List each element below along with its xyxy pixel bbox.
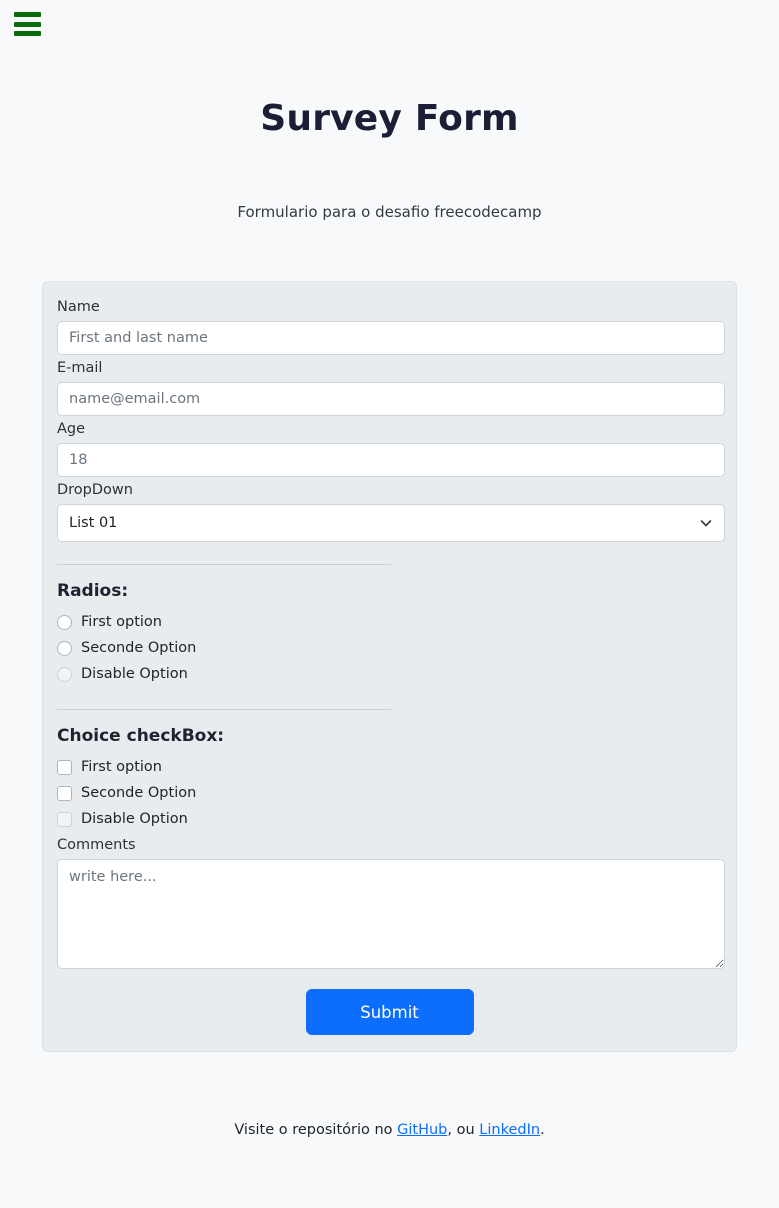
footer-text-before: Visite o repositório no xyxy=(234,1122,398,1138)
radio-icon-second[interactable] xyxy=(57,640,72,656)
navbar xyxy=(0,0,779,48)
footer: Visite o repositório no GitHub, ou Linke… xyxy=(0,1122,779,1138)
checkbox-label-second: Seconde Option xyxy=(81,785,197,801)
radio-icon-first[interactable] xyxy=(57,614,72,630)
radios-title: Radios: xyxy=(57,581,129,601)
age-input[interactable] xyxy=(57,443,725,477)
checkbox-row-second[interactable]: Seconde Option xyxy=(57,780,722,806)
checkbox-row-first[interactable]: First option xyxy=(57,754,722,780)
radio-label-first: First option xyxy=(81,614,162,630)
name-label: Name xyxy=(57,299,100,315)
radio-label-disabled: Disable Option xyxy=(81,666,188,682)
checkbox-label-first: First option xyxy=(81,759,162,775)
submit-container: Submit xyxy=(57,989,722,1035)
email-label: E-mail xyxy=(57,360,103,376)
divider-checkboxes xyxy=(57,709,391,710)
name-input[interactable] xyxy=(57,321,725,355)
checkbox-icon-first[interactable] xyxy=(57,759,72,775)
github-link[interactable]: GitHub xyxy=(397,1122,447,1138)
page-title: Survey Form xyxy=(260,98,519,139)
submit-button[interactable]: Submit xyxy=(305,989,474,1035)
radio-row-first[interactable]: First option xyxy=(57,609,722,635)
dropdown-label: DropDown xyxy=(57,482,133,498)
radio-icon-disabled xyxy=(57,666,72,682)
page-subtitle: Formulario para o desafio freecodecamp xyxy=(237,203,542,221)
checkbox-row-disabled: Disable Option xyxy=(57,806,722,832)
dropdown-wrapper: List 01 xyxy=(57,504,725,542)
checkbox-icon-disabled xyxy=(57,811,72,827)
survey-form-card: Name E-mail Age DropDown List 01 Radios:… xyxy=(42,281,737,1052)
checkbox-icon-second[interactable] xyxy=(57,785,72,801)
hamburger-menu-icon[interactable] xyxy=(14,12,41,36)
dropdown-select[interactable]: List 01 xyxy=(57,504,725,542)
hamburger-bar-2 xyxy=(14,21,41,27)
hamburger-bar-1 xyxy=(14,12,41,17)
email-input[interactable] xyxy=(57,382,725,416)
radio-row-second[interactable]: Seconde Option xyxy=(57,635,722,661)
footer-text-after: . xyxy=(540,1122,545,1138)
linkedin-link[interactable]: LinkedIn xyxy=(479,1122,540,1138)
radio-row-disabled: Disable Option xyxy=(57,661,722,687)
hamburger-bar-3 xyxy=(14,31,41,36)
comments-textarea[interactable] xyxy=(57,859,725,969)
radio-label-second: Seconde Option xyxy=(81,640,197,656)
divider-radios xyxy=(57,564,391,565)
comments-label: Comments xyxy=(57,837,136,853)
age-label: Age xyxy=(57,421,86,437)
footer-text-middle: , ou xyxy=(447,1122,480,1138)
checkboxes-title: Choice checkBox: xyxy=(57,726,225,746)
checkbox-label-disabled: Disable Option xyxy=(81,811,188,827)
